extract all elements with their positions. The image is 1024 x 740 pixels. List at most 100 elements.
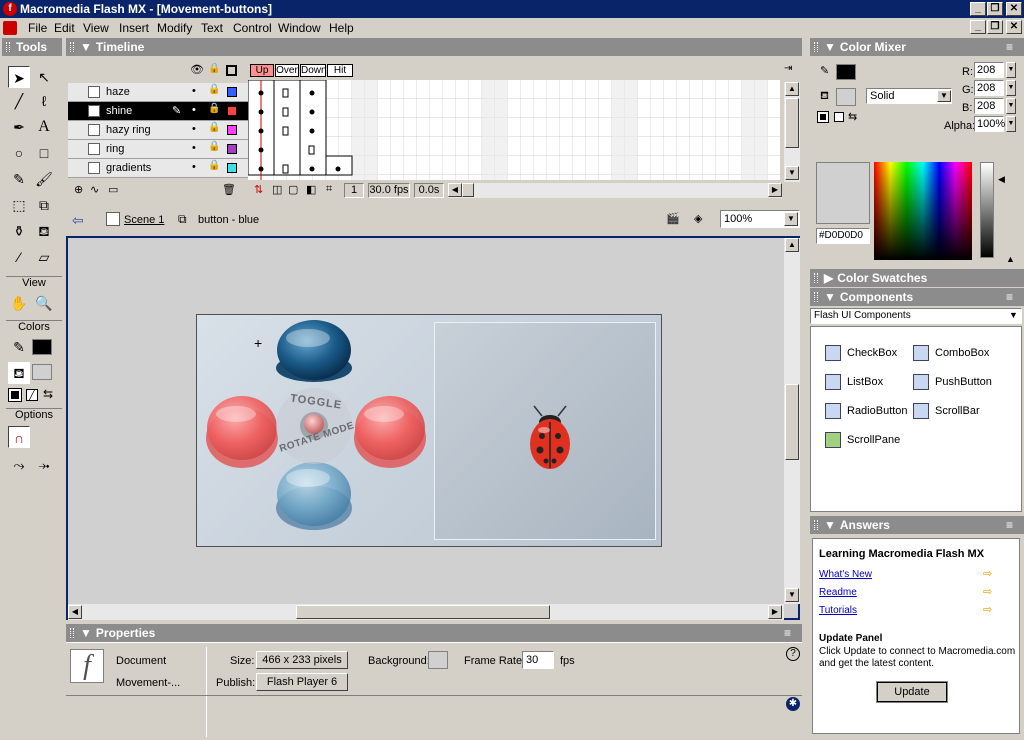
scroll-left-icon[interactable]: ◀	[448, 183, 462, 197]
layer-color-swatch[interactable]	[227, 144, 237, 154]
swap-colors-icon[interactable]: ⇆	[848, 110, 857, 123]
lock-toggle-icon[interactable]: 🔒	[208, 141, 220, 152]
answers-header[interactable]: ▼ Answers ≡	[810, 516, 1024, 534]
black-white-icon[interactable]	[817, 111, 829, 123]
frame-label-hit[interactable]: Hit	[327, 64, 353, 77]
eyedropper-tool-icon[interactable]: ⁄	[8, 246, 30, 268]
visible-dot[interactable]: •	[192, 161, 196, 173]
readme-link[interactable]: Readme	[819, 587, 857, 598]
zoom-tool-icon[interactable]: 🔍	[33, 292, 55, 314]
timeline-vscroll[interactable]: ▲ ▼	[784, 82, 800, 182]
scroll-right-icon[interactable]: ▶	[768, 183, 782, 197]
zoom-select[interactable]: 100% ▼	[720, 210, 800, 228]
fill-color-icon[interactable]: ⛾	[820, 90, 829, 104]
free-transform-tool-icon[interactable]: ⬚	[8, 194, 30, 216]
b-input[interactable]: 208	[974, 98, 1004, 114]
panel-options-icon[interactable]: ≡	[1006, 516, 1013, 534]
frame-label-over[interactable]: Over	[275, 64, 299, 77]
modify-markers-icon[interactable]: ⌗	[326, 183, 332, 196]
stroke-color-swatch[interactable]	[836, 64, 856, 80]
stroke-color-swatch[interactable]	[32, 339, 52, 355]
edit-symbol-icon[interactable]: ◈	[694, 212, 702, 225]
onion-outline-icon[interactable]: ▢	[288, 183, 298, 196]
layer-name[interactable]: hazy ring	[106, 124, 151, 136]
visible-dot[interactable]: •	[192, 104, 196, 116]
open-link-icon[interactable]: ⇨	[983, 567, 992, 580]
brush-tool-icon[interactable]: 🖌	[33, 168, 55, 190]
scene-link[interactable]: Scene 1	[124, 214, 164, 226]
eye-icon[interactable]: 👁	[190, 63, 204, 76]
b-slider-icon[interactable]: ▼	[1006, 98, 1016, 114]
menu-control[interactable]: Control	[233, 21, 272, 35]
components-header[interactable]: ▼ Components ≡	[810, 288, 1024, 306]
onion-skin-icon[interactable]: ◫	[272, 183, 282, 196]
component-set-select[interactable]: Flash UI Components ▼	[810, 308, 1022, 324]
oval-tool-icon[interactable]: ○	[8, 142, 30, 164]
visible-dot[interactable]: •	[192, 85, 196, 97]
swap-colors-icon[interactable]: ⇆	[43, 387, 53, 401]
arrow-tool-icon[interactable]: ➤	[8, 66, 30, 88]
r-input[interactable]: 208	[974, 62, 1004, 78]
layer-name[interactable]: gradients	[106, 162, 151, 174]
lock-toggle-icon[interactable]: 🔒	[208, 103, 220, 114]
brightness-bar[interactable]	[980, 162, 994, 258]
doc-close-button[interactable]: ✕	[1006, 20, 1022, 34]
paint-bucket-tool-icon[interactable]: ⛾	[33, 220, 55, 242]
layer-row[interactable]: hazy ring • 🔒	[68, 121, 248, 140]
hand-tool-icon[interactable]: ✋	[8, 292, 30, 314]
open-link-icon[interactable]: ⇨	[983, 585, 992, 598]
scroll-thumb[interactable]	[785, 384, 799, 460]
back-arrow-icon[interactable]: ⇦	[72, 212, 84, 229]
add-layer-icon[interactable]: ⊕	[74, 183, 83, 196]
center-frame-icon[interactable]: ⇅	[254, 183, 263, 196]
scroll-up-icon[interactable]: ▲	[785, 82, 799, 96]
close-button[interactable]: ✕	[1006, 2, 1022, 16]
pen-tool-icon[interactable]: ✒	[8, 116, 30, 138]
ink-bottle-tool-icon[interactable]: ⚱	[8, 220, 30, 242]
lock-icon[interactable]: 🔒	[208, 63, 220, 74]
update-button[interactable]: Update	[876, 681, 948, 703]
stage-area[interactable]: + TOGGLE ROTATE MODE ▲ ▼ ◀ ▶	[66, 236, 800, 620]
alpha-slider-icon[interactable]: ▼	[1006, 116, 1016, 132]
g-input[interactable]: 208	[974, 80, 1004, 96]
r-slider-icon[interactable]: ▼	[1006, 62, 1016, 78]
properties-header[interactable]: ▼ Properties ≡	[66, 624, 802, 642]
layer-name[interactable]: haze	[106, 86, 130, 98]
fill-color-swatch[interactable]	[836, 88, 856, 106]
snap-magnet-icon[interactable]: ∩	[8, 426, 30, 448]
scroll-thumb[interactable]	[785, 98, 799, 148]
whats-new-link[interactable]: What's New	[819, 569, 872, 580]
frame-label-down[interactable]: Down	[300, 64, 327, 77]
publish-button[interactable]: Flash Player 6	[256, 673, 348, 691]
color-spectrum[interactable]	[874, 162, 972, 260]
scroll-left-icon[interactable]: ◀	[68, 605, 82, 619]
frame-label-up[interactable]: Up	[250, 64, 274, 77]
lock-toggle-icon[interactable]: 🔒	[208, 122, 220, 133]
background-color-swatch[interactable]	[428, 651, 448, 669]
doc-minimize-button[interactable]: _	[970, 20, 986, 34]
menu-view[interactable]: View	[83, 21, 109, 35]
chevron-down-icon[interactable]: ▼	[1009, 310, 1018, 320]
g-slider-icon[interactable]: ▼	[1006, 80, 1016, 96]
hscroll-thumb[interactable]	[462, 183, 474, 197]
panel-options-icon[interactable]: ≡	[784, 624, 791, 642]
frames-grid[interactable]	[247, 79, 780, 180]
tutorials-link[interactable]: Tutorials	[819, 605, 857, 616]
layer-row[interactable]: shine ✎ • 🔒	[68, 102, 248, 121]
framerate-input[interactable]: 30	[522, 651, 554, 669]
layer-row[interactable]: ring • 🔒	[68, 140, 248, 159]
color-swatches-header[interactable]: ▶ Color Swatches	[810, 269, 1024, 287]
subselect-tool-icon[interactable]: ↖	[33, 66, 55, 88]
brightness-arrow-icon[interactable]: ◀	[998, 174, 1005, 185]
fill-color-icon[interactable]: ⛾	[8, 362, 30, 384]
stage-hscroll[interactable]: ◀ ▶	[68, 604, 784, 620]
help-icon[interactable]: ?	[786, 647, 800, 661]
timeline-header[interactable]: ▼ Timeline	[66, 38, 802, 56]
black-white-icon[interactable]	[8, 388, 22, 402]
add-folder-icon[interactable]: ▭	[108, 183, 118, 196]
layer-color-swatch[interactable]	[227, 106, 237, 116]
lock-toggle-icon[interactable]: 🔒	[208, 84, 220, 95]
timeline-options-icon[interactable]: ⇥	[784, 63, 792, 74]
restore-button[interactable]: ❐	[987, 2, 1003, 16]
trash-icon[interactable]: 🗑	[222, 183, 236, 196]
